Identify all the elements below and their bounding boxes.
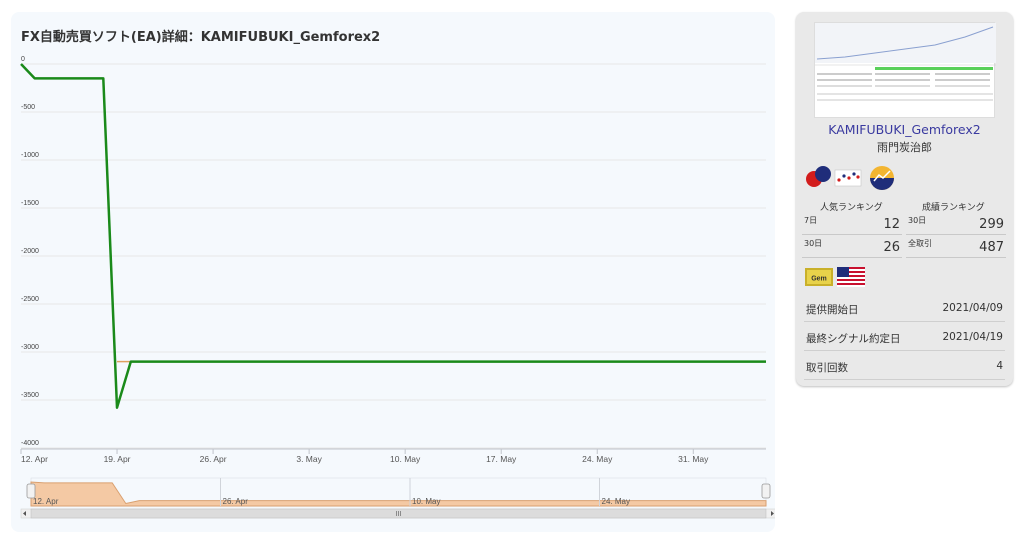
perf-30d-row: 30日 299 xyxy=(906,213,1006,235)
us-flag-icon xyxy=(837,267,865,287)
navigator[interactable]: 12. Apr 26. Apr 10. May 24. May xyxy=(20,477,775,519)
chat-bubbles-icon xyxy=(804,165,832,191)
equity-series-line xyxy=(20,63,766,409)
rank-30d-value: 26 xyxy=(883,240,900,255)
rank-30d-row: 30日 26 xyxy=(802,236,902,258)
equity-chart: 0 -500 -1000 -1500 -2000 -2500 -3000 -3500 -4000… xyxy=(20,56,775,519)
x-tick-label: 10. May xyxy=(390,454,421,464)
gem-broker-icon: Gem xyxy=(805,267,833,287)
navigator-left-handle[interactable] xyxy=(26,483,36,499)
chart-thumbnail[interactable] xyxy=(814,22,996,118)
x-tick-label: 17. May xyxy=(486,454,517,464)
trades-row: 取引回数 4 xyxy=(804,352,1005,380)
y-tick-label: -1000 xyxy=(21,152,39,159)
perf-30d-value: 299 xyxy=(979,217,1004,232)
ea-summary-card[interactable]: KAMIFUBUKI_Gemforex2 雨門炭治郎 人気ランキング 成績ランキ… xyxy=(796,12,1013,386)
trade-signal-icon xyxy=(834,165,862,191)
chart-panel: FX自動売買ソフト(EA)詳細：KAMIFUBUKI_Gemforex2 0 -5… xyxy=(11,12,775,532)
start-date-label: 提供開始日 xyxy=(806,304,859,316)
last-signal-row: 最終シグナル約定日 2021/04/19 xyxy=(804,323,1005,351)
performance-ranking-label: 成績ランキング xyxy=(922,203,985,213)
y-tick-label: -2500 xyxy=(21,296,39,303)
x-tick-label: 31. May xyxy=(678,454,709,464)
ea-name-link[interactable]: KAMIFUBUKI_Gemforex2 xyxy=(796,122,1013,137)
y-tick-label: -1500 xyxy=(21,200,39,207)
y-tick-label: 0 xyxy=(21,56,25,63)
y-axis: 0 -500 -1000 -1500 -2000 -2500 -3000 -3500 -4000 xyxy=(21,56,39,447)
author-name: 雨門炭治郎 xyxy=(877,141,932,154)
start-date-value: 2021/04/09 xyxy=(942,302,1003,314)
last-signal-label: 最終シグナル約定日 xyxy=(806,333,901,345)
rank-30d-label: 30日 xyxy=(804,239,823,248)
navigator-tick-label: 12. Apr xyxy=(33,497,59,506)
navigator-tick-label: 24. May xyxy=(602,497,630,506)
y-tick-label: -4000 xyxy=(21,440,39,447)
perf-all-value: 487 xyxy=(979,240,1004,255)
x-tick-label: 26. Apr xyxy=(200,454,227,464)
y-tick-label: -3000 xyxy=(21,344,39,351)
navigator-tick-label: 10. May xyxy=(412,497,440,506)
y-tick-label: -3500 xyxy=(21,392,39,399)
grid-lines xyxy=(21,63,766,449)
last-signal-value: 2021/04/19 xyxy=(942,331,1003,343)
perf-all-row: 全取引 487 xyxy=(906,236,1006,258)
performance-icon xyxy=(868,165,896,191)
perf-30d-label: 30日 xyxy=(908,216,927,225)
x-tick-label: 24. May xyxy=(582,454,613,464)
thumbnail-image xyxy=(815,23,996,101)
navigator-right-handle[interactable] xyxy=(761,483,771,499)
rank-7d-label: 7日 xyxy=(804,216,818,225)
trades-value: 4 xyxy=(996,360,1003,372)
rank-7d-row: 7日 12 xyxy=(802,213,902,235)
rank-7d-value: 12 xyxy=(883,217,900,232)
perf-all-label: 全取引 xyxy=(908,239,932,248)
navigator-tick-label: 26. Apr xyxy=(223,497,249,506)
trades-label: 取引回数 xyxy=(806,362,848,374)
gem-icon-label: Gem xyxy=(811,276,827,283)
y-tick-label: -2000 xyxy=(21,248,39,255)
x-axis: 12. Apr 19. Apr 26. Apr 3. May 10. May 17. Ma… xyxy=(20,448,766,464)
x-tick-label: 19. Apr xyxy=(104,454,131,464)
x-tick-label: 3. May xyxy=(296,454,322,464)
y-tick-label: -500 xyxy=(21,104,35,111)
x-tick-label: 12. Apr xyxy=(21,454,48,464)
popularity-ranking-label: 人気ランキング xyxy=(820,203,883,213)
series-layer xyxy=(20,63,766,409)
start-date-row: 提供開始日 2021/04/09 xyxy=(804,294,1005,322)
